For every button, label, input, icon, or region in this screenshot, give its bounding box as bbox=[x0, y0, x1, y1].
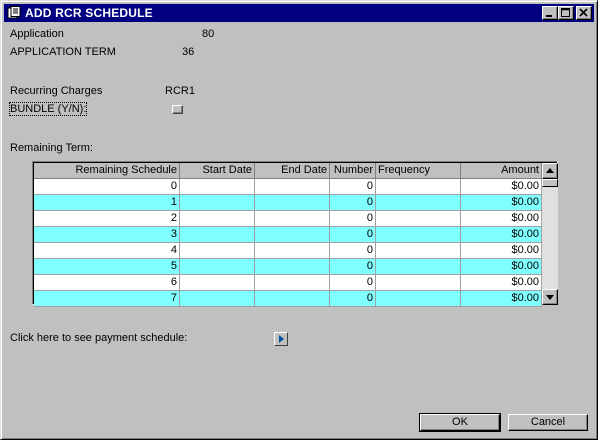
col-header-number[interactable]: Number bbox=[330, 163, 376, 179]
table-row[interactable]: 2 0 $0.00 bbox=[34, 211, 542, 227]
cell-amount[interactable]: $0.00 bbox=[461, 243, 542, 259]
scroll-thumb[interactable] bbox=[542, 179, 558, 187]
cell-end-date[interactable] bbox=[255, 179, 330, 195]
close-button[interactable] bbox=[576, 6, 592, 20]
ok-button[interactable]: OK bbox=[419, 413, 501, 432]
cell-number[interactable]: 0 bbox=[330, 227, 376, 243]
cell-end-date[interactable] bbox=[255, 243, 330, 259]
application-value: 80 bbox=[202, 28, 215, 40]
arrow-down-icon bbox=[546, 295, 554, 300]
cell-amount[interactable]: $0.00 bbox=[461, 195, 542, 211]
cell-amount[interactable]: $0.00 bbox=[461, 211, 542, 227]
cell-frequency[interactable] bbox=[376, 195, 461, 211]
cell-start-date[interactable] bbox=[180, 211, 255, 227]
minimize-icon bbox=[546, 15, 552, 17]
cell-frequency[interactable] bbox=[376, 259, 461, 275]
table-row[interactable]: 7 0 $0.00 bbox=[34, 291, 542, 307]
cell-number[interactable]: 0 bbox=[330, 291, 376, 307]
cell-amount[interactable]: $0.00 bbox=[461, 291, 542, 307]
table-row[interactable]: 0 0 $0.00 bbox=[34, 179, 542, 195]
table-row[interactable]: 1 0 $0.00 bbox=[34, 195, 542, 211]
table-row[interactable]: 4 0 $0.00 bbox=[34, 243, 542, 259]
cell-remaining-schedule[interactable]: 7 bbox=[34, 291, 180, 307]
grid-header: Remaining Schedule Start Date End Date N… bbox=[34, 163, 542, 179]
cell-frequency[interactable] bbox=[376, 227, 461, 243]
title-bar[interactable]: ADD RCR SCHEDULE bbox=[4, 4, 594, 22]
table-row[interactable]: 5 0 $0.00 bbox=[34, 259, 542, 275]
cell-number[interactable]: 0 bbox=[330, 179, 376, 195]
cell-remaining-schedule[interactable]: 6 bbox=[34, 275, 180, 291]
cell-number[interactable]: 0 bbox=[330, 243, 376, 259]
cell-amount[interactable]: $0.00 bbox=[461, 259, 542, 275]
cell-amount[interactable]: $0.00 bbox=[461, 179, 542, 195]
cell-frequency[interactable] bbox=[376, 211, 461, 227]
cell-end-date[interactable] bbox=[255, 195, 330, 211]
cell-frequency[interactable] bbox=[376, 179, 461, 195]
grid-vertical-scrollbar[interactable] bbox=[542, 163, 558, 305]
cell-start-date[interactable] bbox=[180, 275, 255, 291]
cell-end-date[interactable] bbox=[255, 227, 330, 243]
col-header-amount[interactable]: Amount bbox=[461, 163, 542, 179]
cell-end-date[interactable] bbox=[255, 291, 330, 307]
col-header-frequency[interactable]: Frequency bbox=[376, 163, 461, 179]
cell-frequency[interactable] bbox=[376, 291, 461, 307]
application-term-label: APPLICATION TERM bbox=[10, 46, 116, 58]
cell-start-date[interactable] bbox=[180, 227, 255, 243]
app-document-icon bbox=[7, 6, 21, 20]
cell-start-date[interactable] bbox=[180, 259, 255, 275]
cell-remaining-schedule[interactable]: 0 bbox=[34, 179, 180, 195]
col-header-end-date[interactable]: End Date bbox=[255, 163, 330, 179]
close-icon bbox=[579, 8, 588, 17]
application-term-value: 36 bbox=[182, 46, 195, 58]
cell-remaining-schedule[interactable]: 5 bbox=[34, 259, 180, 275]
minimize-button[interactable] bbox=[542, 6, 558, 20]
cell-remaining-schedule[interactable]: 2 bbox=[34, 211, 180, 227]
col-header-remaining-schedule[interactable]: Remaining Schedule bbox=[34, 163, 180, 179]
cell-frequency[interactable] bbox=[376, 275, 461, 291]
cancel-button[interactable]: Cancel bbox=[508, 414, 588, 431]
cell-end-date[interactable] bbox=[255, 211, 330, 227]
cell-remaining-schedule[interactable]: 3 bbox=[34, 227, 180, 243]
col-header-start-date[interactable]: Start Date bbox=[180, 163, 255, 179]
cell-frequency[interactable] bbox=[376, 243, 461, 259]
cell-number[interactable]: 0 bbox=[330, 275, 376, 291]
recurring-charges-label: Recurring Charges bbox=[10, 85, 103, 97]
scroll-down-button[interactable] bbox=[542, 289, 558, 305]
scroll-up-button[interactable] bbox=[542, 163, 558, 179]
cell-amount[interactable]: $0.00 bbox=[461, 275, 542, 291]
window-title: ADD RCR SCHEDULE bbox=[25, 6, 153, 20]
cell-number[interactable]: 0 bbox=[330, 195, 376, 211]
application-label: Application bbox=[10, 28, 64, 40]
cell-number[interactable]: 0 bbox=[330, 211, 376, 227]
cell-start-date[interactable] bbox=[180, 243, 255, 259]
arrow-up-icon bbox=[546, 168, 554, 173]
payment-schedule-label: Click here to see payment schedule: bbox=[10, 332, 188, 344]
bundle-checkbox[interactable] bbox=[172, 105, 183, 114]
bundle-label: BUNDLE (Y/N): bbox=[8, 102, 88, 116]
cell-start-date[interactable] bbox=[180, 179, 255, 195]
remaining-term-label: Remaining Term: bbox=[10, 142, 93, 154]
cell-amount[interactable]: $0.00 bbox=[461, 227, 542, 243]
payment-schedule-button[interactable] bbox=[274, 332, 288, 346]
play-arrow-icon bbox=[279, 335, 284, 343]
maximize-icon bbox=[561, 8, 570, 17]
recurring-charges-value: RCR1 bbox=[165, 85, 195, 97]
cell-end-date[interactable] bbox=[255, 259, 330, 275]
cell-remaining-schedule[interactable]: 1 bbox=[34, 195, 180, 211]
dialog-window: ADD RCR SCHEDULE Application 80 APPLICAT… bbox=[0, 0, 598, 440]
cell-end-date[interactable] bbox=[255, 275, 330, 291]
table-row[interactable]: 6 0 $0.00 bbox=[34, 275, 542, 291]
table-row[interactable]: 3 0 $0.00 bbox=[34, 227, 542, 243]
cell-number[interactable]: 0 bbox=[330, 259, 376, 275]
maximize-button[interactable] bbox=[558, 6, 574, 20]
cell-start-date[interactable] bbox=[180, 291, 255, 307]
cell-remaining-schedule[interactable]: 4 bbox=[34, 243, 180, 259]
cell-start-date[interactable] bbox=[180, 195, 255, 211]
schedule-grid[interactable]: Remaining Schedule Start Date End Date N… bbox=[32, 161, 558, 307]
